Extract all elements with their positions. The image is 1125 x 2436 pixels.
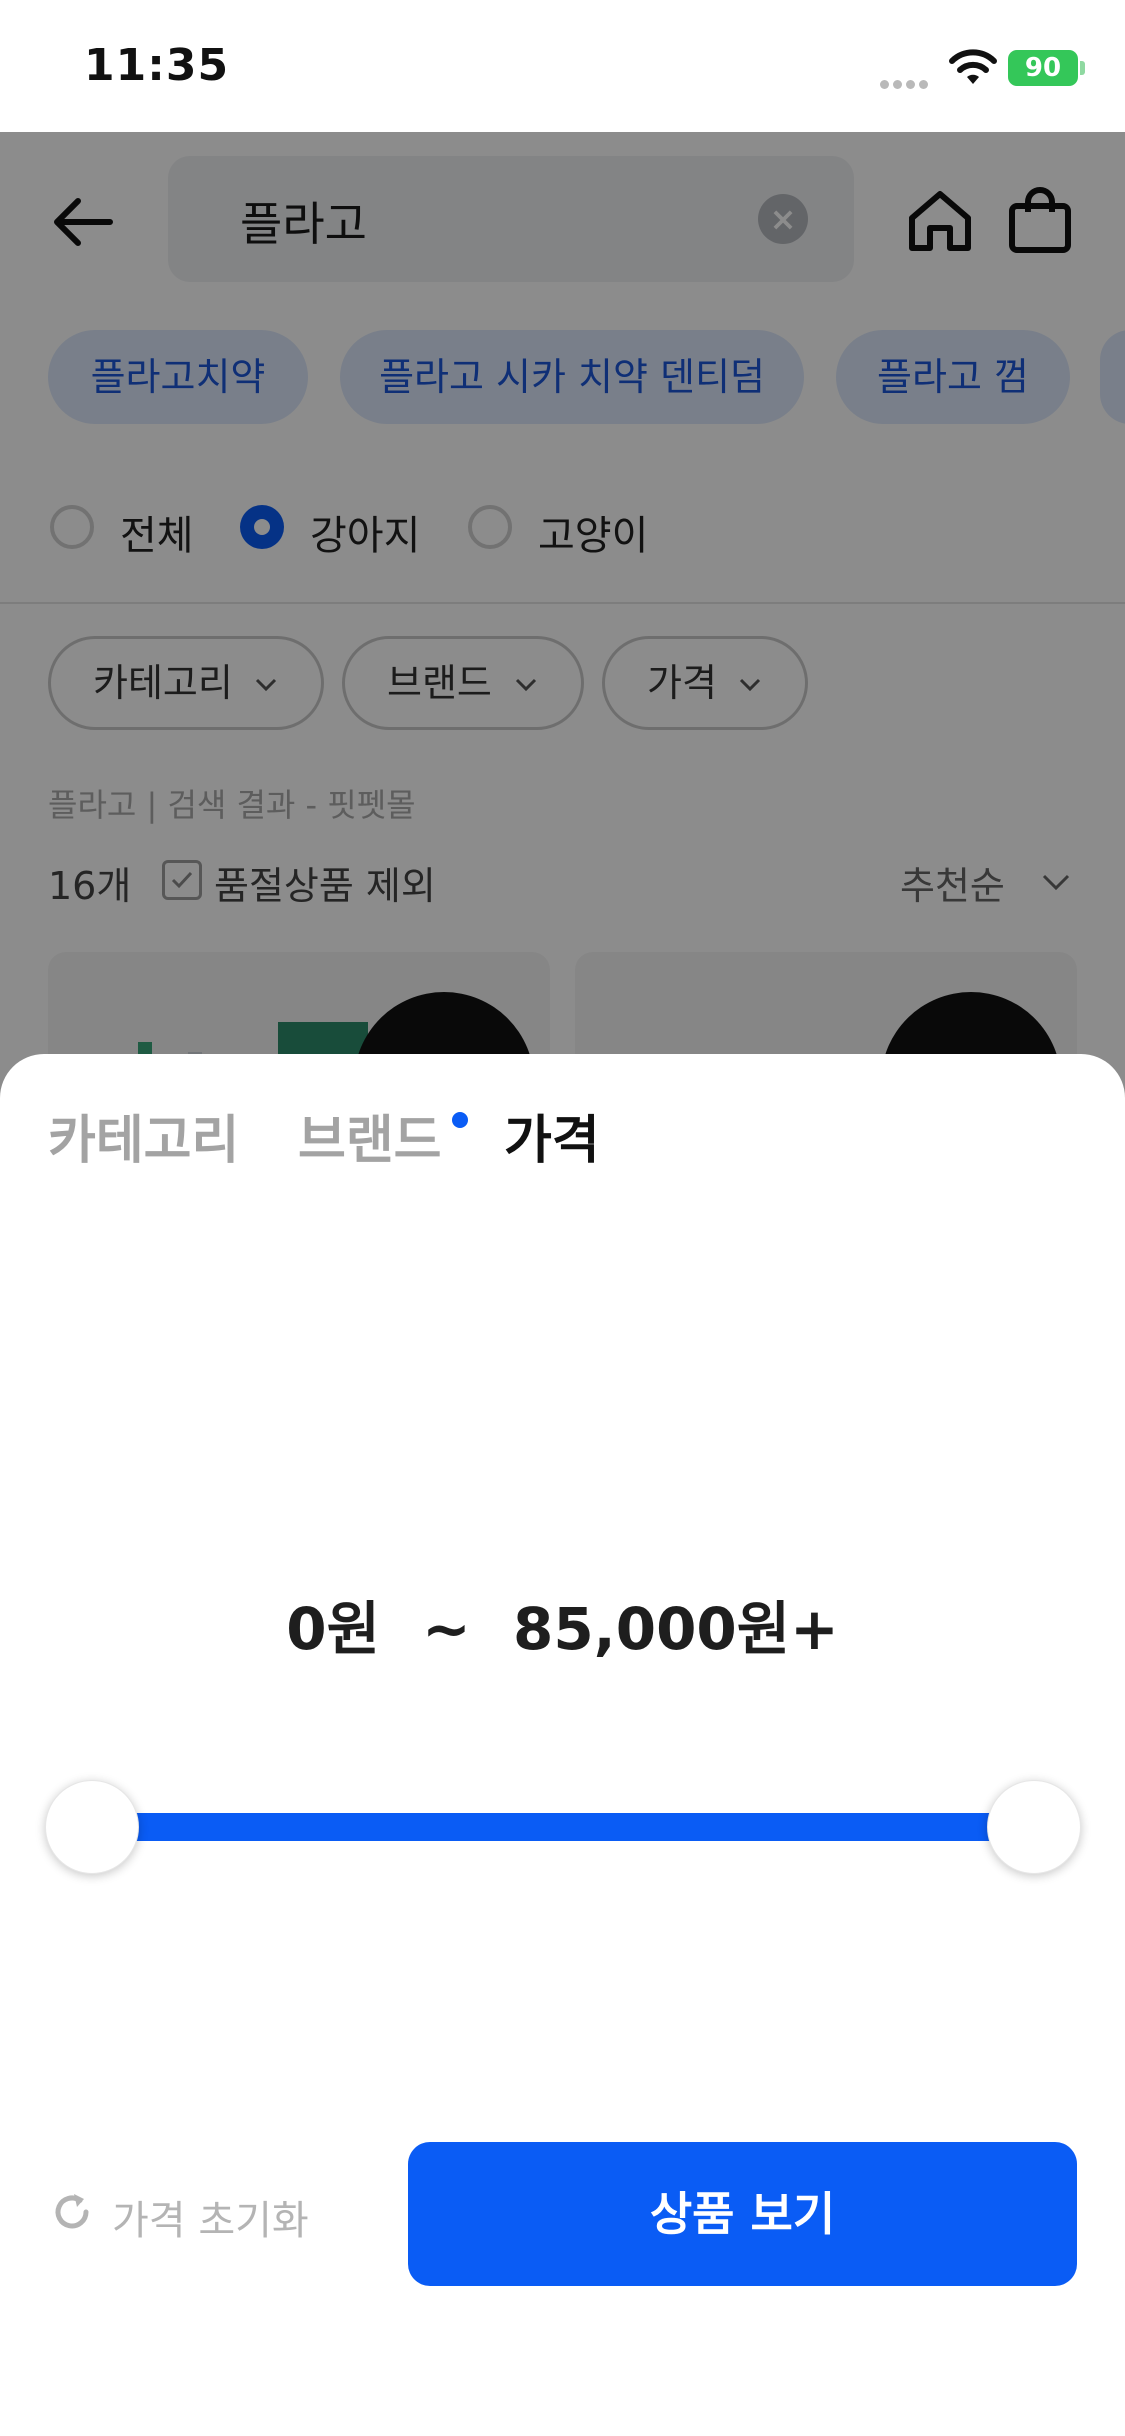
sheet-tab-category[interactable]: 카테고리 <box>48 1098 239 1173</box>
refresh-icon[interactable] <box>50 2190 94 2234</box>
sheet-tab-brand[interactable]: 브랜드 <box>298 1098 442 1173</box>
price-slider-track[interactable] <box>92 1813 1032 1841</box>
brand-selected-dot <box>452 1112 468 1128</box>
wifi-icon <box>949 49 997 84</box>
price-max: 85,000원+ <box>512 1595 839 1663</box>
status-time: 11:35 <box>84 40 230 91</box>
price-slider-min-handle[interactable] <box>45 1780 139 1874</box>
price-min: 0원 <box>286 1595 380 1663</box>
price-range-display: 0원 ~ 85,000원+ <box>0 1582 1125 1666</box>
battery-cap <box>1080 61 1085 75</box>
sheet-tab-price[interactable]: 가격 <box>504 1098 600 1173</box>
price-slider-max-handle[interactable] <box>987 1780 1081 1874</box>
battery-icon: 90 <box>1008 50 1078 86</box>
price-separator: ~ <box>422 1595 471 1663</box>
view-products-button[interactable]: 상품 보기 <box>408 2142 1077 2286</box>
reset-price-button[interactable]: 가격 초기화 <box>112 2188 309 2246</box>
cellular-signal-icon <box>880 74 932 89</box>
